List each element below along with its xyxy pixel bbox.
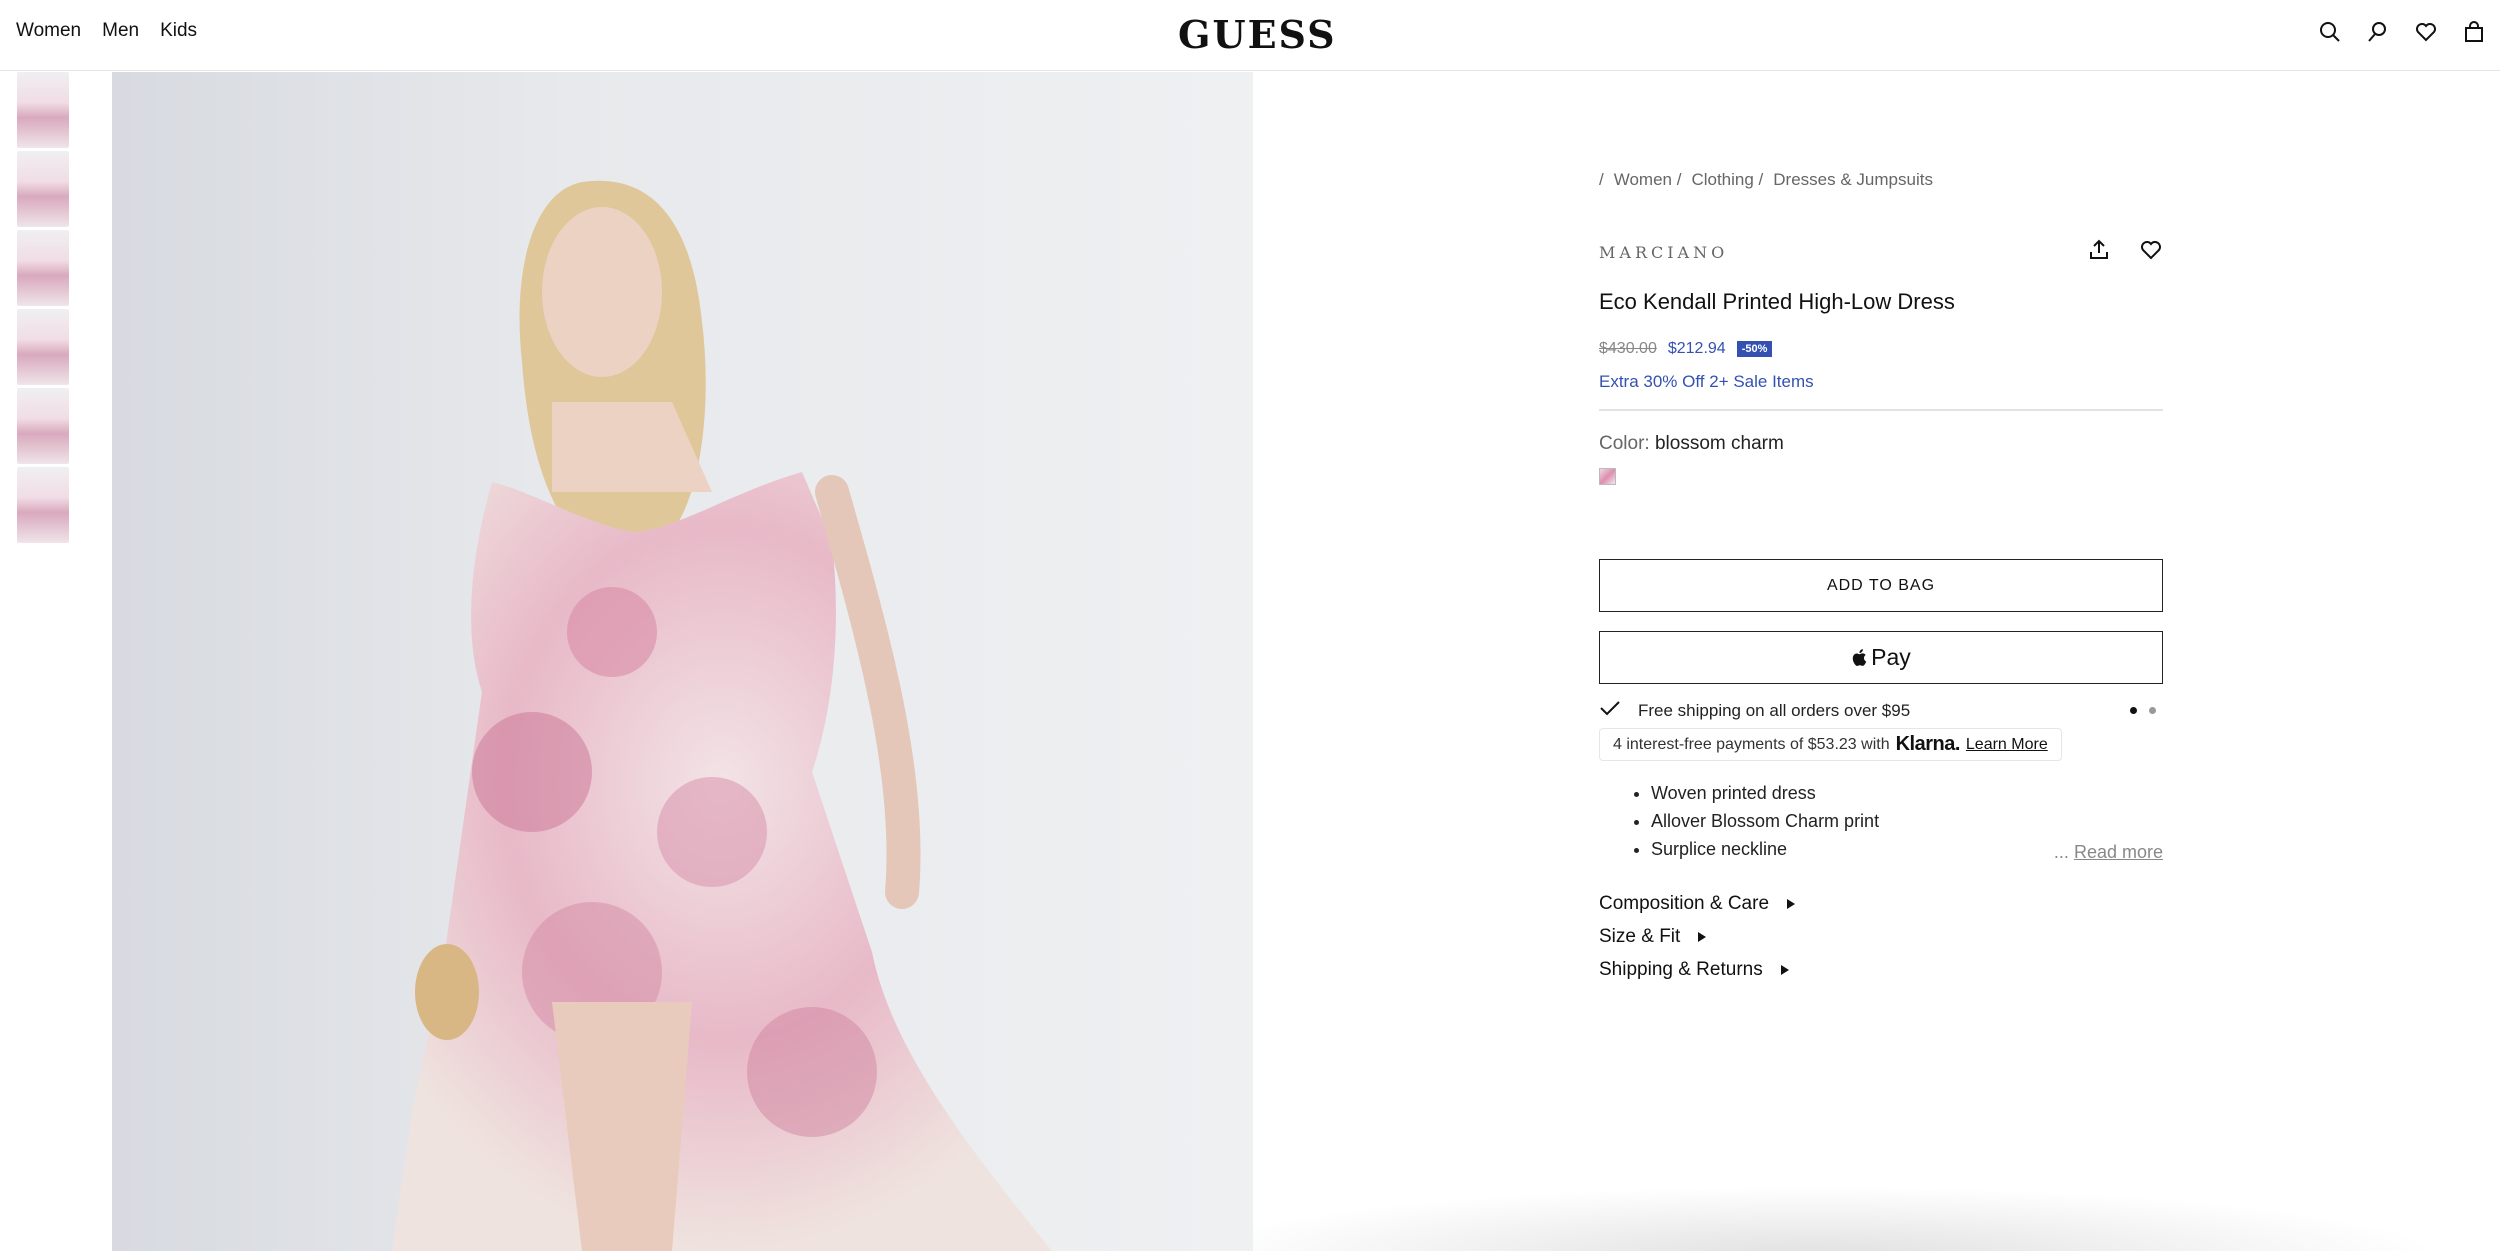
carousel-dots: [2130, 707, 2156, 714]
read-more-link[interactable]: ... Read more: [2054, 842, 2163, 863]
carousel-dot[interactable]: [2149, 707, 2156, 714]
share-icon[interactable]: [2087, 238, 2111, 267]
guess-logo[interactable]: GUESS: [1178, 12, 1337, 57]
feature-item: Woven printed dress: [1651, 779, 2163, 807]
divider: [1599, 409, 2163, 411]
sale-price: $212.94: [1667, 340, 1726, 357]
breadcrumb-separator: /: [1599, 170, 1604, 189]
klarna-learn-more-link[interactable]: Learn More: [1966, 736, 2048, 754]
header-icons: [2318, 20, 2486, 44]
read-more-label: Read more: [2073, 842, 2163, 862]
color-value: blossom charm: [1654, 433, 1784, 454]
nav-women[interactable]: Women: [16, 20, 81, 42]
thumbnail-strip: [17, 72, 69, 546]
klarna-logo: Klarna.: [1895, 733, 1961, 755]
caret-right-icon: [1780, 964, 1789, 975]
breadcrumb-women[interactable]: Women /: [1614, 170, 1682, 190]
read-more-ellipsis: ...: [2053, 842, 2069, 862]
product-title: Eco Kendall Printed High-Low Dress: [1599, 289, 1955, 314]
product-details: / Women / Clothing / Dresses & Jumpsuits…: [1599, 170, 2163, 986]
color-swatch-blossom-charm[interactable]: [1599, 468, 1616, 485]
shipping-banner: Free shipping on all orders over $95: [1599, 700, 2163, 721]
product-actions: [2087, 238, 2163, 267]
carousel-dot-active[interactable]: [2130, 707, 2137, 714]
site-header: Women Men Kids GUESS: [0, 0, 2500, 71]
accordion-label: Size & Fit: [1599, 925, 1681, 947]
add-to-bag-button[interactable]: ADD TO BAG: [1599, 559, 2163, 612]
product-main-image[interactable]: [112, 72, 1253, 1251]
klarna-message: 4 interest-free payments of $53.23 with …: [1599, 728, 2062, 761]
nav-men[interactable]: Men: [102, 20, 139, 42]
breadcrumb: / Women / Clothing / Dresses & Jumpsuits: [1599, 170, 2163, 190]
search-icon[interactable]: [2318, 20, 2342, 44]
brand-row: MARCIANO: [1599, 238, 2163, 267]
product-features: Woven printed dress Allover Blossom Char…: [1599, 779, 2163, 863]
bottom-shadow: [1253, 1180, 2500, 1251]
product-thumbnail[interactable]: [17, 388, 69, 464]
promo-message: Extra 30% Off 2+ Sale Items: [1599, 372, 1814, 391]
accordion-label: Shipping & Returns: [1599, 958, 1763, 980]
brand-name[interactable]: MARCIANO: [1599, 243, 1728, 262]
discount-badge: -50%: [1736, 341, 1773, 357]
product-thumbnail[interactable]: [17, 230, 69, 306]
product-thumbnail[interactable]: [17, 309, 69, 385]
product-thumbnail[interactable]: [17, 467, 69, 543]
apple-icon: [1852, 649, 1867, 667]
accordion-composition-care[interactable]: Composition & Care: [1599, 887, 2163, 920]
klarna-text: 4 interest-free payments of $53.23 with: [1613, 735, 1890, 753]
apple-pay-label: Pay: [1871, 644, 1911, 670]
add-to-wishlist-icon[interactable]: [2139, 238, 2163, 267]
product-accordions: Composition & Care Size & Fit Shipping &…: [1599, 887, 2163, 986]
wishlist-icon[interactable]: [2414, 20, 2438, 44]
main-nav: Women Men Kids: [16, 20, 197, 42]
apple-pay-button[interactable]: Pay: [1599, 631, 2163, 684]
feature-item: Allover Blossom Charm print: [1651, 807, 2163, 835]
price-row: $430.00 $212.94 -50%: [1599, 340, 2163, 358]
color-selector: Color: blossom charm: [1599, 433, 2163, 455]
bag-icon[interactable]: [2462, 20, 2486, 44]
nav-kids[interactable]: Kids: [160, 20, 197, 42]
breadcrumb-clothing[interactable]: Clothing /: [1691, 170, 1763, 190]
product-thumbnail[interactable]: [17, 72, 69, 148]
caret-right-icon: [1698, 931, 1707, 942]
accordion-size-fit[interactable]: Size & Fit: [1599, 920, 2163, 953]
breadcrumb-dresses[interactable]: Dresses & Jumpsuits: [1773, 170, 1933, 190]
checkmark-icon: [1599, 700, 1621, 721]
accordion-shipping-returns[interactable]: Shipping & Returns: [1599, 953, 2163, 986]
color-label: Color:: [1599, 433, 1650, 454]
original-price: $430.00: [1599, 340, 1657, 357]
caret-right-icon: [1787, 898, 1796, 909]
product-thumbnail[interactable]: [17, 151, 69, 227]
shipping-message: Free shipping on all orders over $95: [1638, 700, 1911, 720]
model-photo: [392, 180, 1052, 1251]
account-icon[interactable]: [2366, 20, 2390, 44]
accordion-label: Composition & Care: [1599, 892, 1770, 914]
